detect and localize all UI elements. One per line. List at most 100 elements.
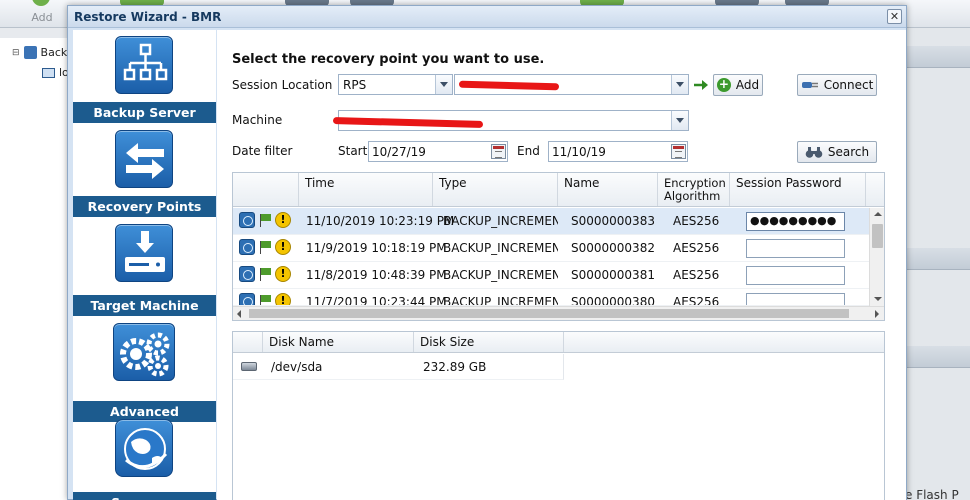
grid-header: Disk Name Disk Size bbox=[233, 332, 884, 353]
scroll-down-icon[interactable] bbox=[870, 292, 884, 306]
table-row[interactable]: ! 11/9/2019 10:18:19 PM BACKUP_INCREMENT… bbox=[233, 235, 869, 262]
status-icons: ! bbox=[239, 266, 291, 282]
start-label: Start bbox=[338, 144, 368, 158]
column-header[interactable] bbox=[233, 173, 299, 206]
column-header[interactable]: Encryption Algorithm bbox=[658, 173, 730, 206]
calendar-icon[interactable] bbox=[491, 144, 506, 159]
chevron-down-icon[interactable] bbox=[435, 75, 452, 94]
network-session-icon bbox=[239, 239, 255, 255]
dialog-titlebar[interactable]: Restore Wizard - BMR ✕ bbox=[68, 6, 906, 28]
scrollbar-thumb[interactable] bbox=[249, 309, 849, 318]
warning-icon: ! bbox=[275, 266, 291, 282]
session-password-input[interactable] bbox=[746, 266, 845, 285]
tree-item[interactable]: lo bbox=[42, 66, 69, 79]
type-cell: BACKUP_INCREMENTAL bbox=[443, 268, 558, 282]
status-icons: ! bbox=[239, 212, 291, 228]
background-panel-header bbox=[905, 248, 970, 270]
warning-icon: ! bbox=[275, 293, 291, 305]
machine-label: Machine bbox=[232, 113, 283, 127]
tree-item[interactable]: ⊟ Back bbox=[12, 46, 67, 59]
time-cell: 11/9/2019 10:18:19 PM bbox=[306, 241, 447, 255]
chevron-down-icon[interactable] bbox=[671, 75, 688, 94]
scroll-right-icon[interactable] bbox=[870, 307, 884, 320]
session-password-input[interactable] bbox=[746, 293, 845, 305]
background-tree: ⊟ Back lo bbox=[0, 38, 70, 500]
disks-grid: Disk Name Disk Size /dev/sda 232.89 GB bbox=[232, 331, 885, 500]
name-cell: S0000000383 bbox=[571, 214, 655, 228]
table-row[interactable]: ! 11/8/2019 10:48:39 PM BACKUP_INCREMENT… bbox=[233, 262, 869, 289]
start-date-field[interactable]: 10/27/19 bbox=[368, 141, 508, 162]
session-location-select[interactable]: RPS bbox=[338, 74, 453, 95]
tree-expander-icon[interactable]: ⊟ bbox=[12, 48, 20, 58]
server-node-icon bbox=[23, 46, 37, 59]
nav-item-recovery-points[interactable]: Recovery Points bbox=[73, 124, 216, 218]
column-header[interactable]: Type bbox=[433, 173, 558, 206]
background-panel-header bbox=[905, 346, 970, 368]
add-button[interactable]: + Add bbox=[713, 74, 763, 96]
session-location-label: Session Location bbox=[232, 78, 333, 92]
scrollbar-thumb[interactable] bbox=[872, 224, 883, 248]
restore-wizard-dialog: Restore Wizard - BMR ✕ Backup Server Rec… bbox=[67, 5, 907, 500]
session-password-input[interactable]: ●●●●●●●●● bbox=[746, 212, 845, 231]
encryption-cell: AES256 bbox=[673, 241, 720, 255]
column-header[interactable]: Disk Size bbox=[414, 332, 564, 352]
network-session-icon bbox=[239, 212, 255, 228]
session-password-input[interactable] bbox=[746, 239, 845, 258]
grid-header: Time Type Name Encryption Algorithm Sess… bbox=[233, 173, 884, 207]
disk-name-cell: /dev/sda bbox=[271, 360, 323, 374]
table-row[interactable]: ! 11/10/2019 10:23:19 PM BACKUP_INCREMEN… bbox=[233, 208, 869, 235]
type-cell: BACKUP_INCREMENTAL bbox=[443, 295, 558, 306]
nav-item-backup-server[interactable]: Backup Server bbox=[73, 30, 216, 124]
green-flag-icon bbox=[257, 293, 273, 305]
nav-item-label: Backup Server bbox=[73, 102, 216, 123]
end-label: End bbox=[517, 144, 540, 158]
background-add-button[interactable]: Add bbox=[22, 0, 62, 28]
page-title: Select the recovery point you want to us… bbox=[232, 52, 545, 67]
column-header bbox=[233, 332, 263, 352]
go-arrow-button[interactable] bbox=[691, 74, 711, 95]
column-header[interactable]: Name bbox=[558, 173, 658, 206]
scroll-left-icon[interactable] bbox=[233, 307, 247, 320]
end-date-field[interactable]: 11/10/19 bbox=[548, 141, 688, 162]
calendar-icon[interactable] bbox=[671, 144, 686, 159]
start-date-value: 10/27/19 bbox=[372, 145, 426, 159]
table-row[interactable]: /dev/sda 232.89 GB bbox=[233, 354, 564, 380]
warning-icon: ! bbox=[275, 239, 291, 255]
column-header[interactable]: Session Password bbox=[730, 173, 866, 206]
add-icon bbox=[32, 0, 50, 6]
computer-icon bbox=[42, 67, 55, 78]
end-date-value: 11/10/19 bbox=[552, 145, 606, 159]
redaction-mark bbox=[458, 80, 560, 91]
table-row[interactable]: ! 11/7/2019 10:23:44 PM BACKUP_INCREMENT… bbox=[233, 289, 869, 306]
backup-server-icon bbox=[115, 36, 173, 94]
machine-select[interactable] bbox=[332, 110, 689, 131]
rps-server-select[interactable] bbox=[454, 74, 689, 95]
nav-item-target-machine[interactable]: Target Machine bbox=[73, 218, 216, 316]
name-cell: S0000000381 bbox=[571, 268, 655, 282]
nav-item-label: Summary bbox=[73, 492, 216, 500]
chevron-down-icon[interactable] bbox=[671, 111, 688, 130]
background-panel-header bbox=[905, 46, 970, 68]
scroll-up-icon[interactable] bbox=[870, 208, 884, 222]
column-header[interactable]: Disk Name bbox=[263, 332, 414, 352]
tree-item-label: Back bbox=[40, 46, 68, 59]
nav-item-advanced[interactable]: Advanced bbox=[73, 318, 216, 422]
binoculars-icon bbox=[805, 146, 823, 158]
horizontal-scrollbar[interactable] bbox=[233, 306, 884, 320]
dialog-title: Restore Wizard - BMR bbox=[74, 10, 222, 24]
nav-item-summary[interactable]: Summary bbox=[73, 412, 216, 500]
date-filter-label: Date filter bbox=[232, 144, 293, 158]
time-cell: 11/7/2019 10:23:44 PM bbox=[306, 295, 447, 306]
connect-button-label: Connect bbox=[823, 78, 874, 92]
green-flag-icon bbox=[257, 212, 273, 228]
hard-disk-icon bbox=[241, 362, 257, 371]
close-button[interactable]: ✕ bbox=[887, 9, 902, 24]
nav-item-label: Recovery Points bbox=[73, 196, 216, 217]
connect-button[interactable]: Connect bbox=[797, 74, 877, 96]
background-text: e Flash P bbox=[905, 488, 959, 500]
vertical-scrollbar[interactable] bbox=[869, 208, 884, 306]
column-header[interactable]: Time bbox=[299, 173, 433, 206]
disk-size-cell: 232.89 GB bbox=[423, 360, 487, 374]
search-button[interactable]: Search bbox=[797, 141, 877, 163]
green-flag-icon bbox=[257, 239, 273, 255]
